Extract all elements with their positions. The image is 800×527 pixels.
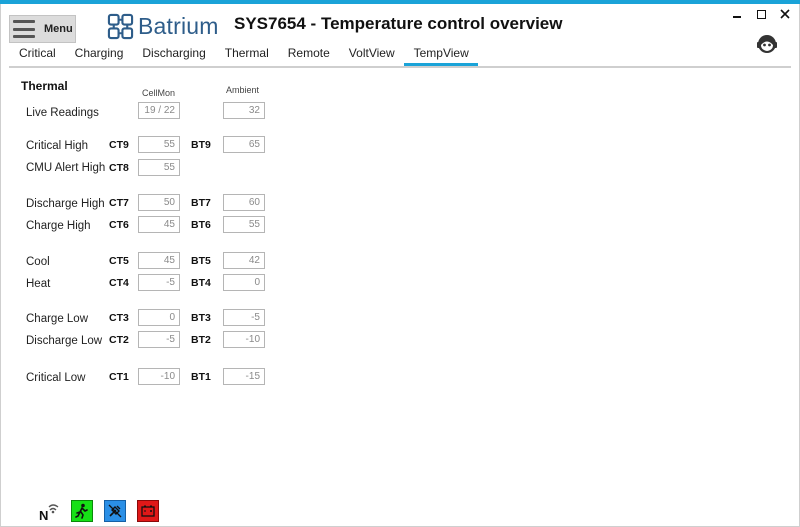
bt-value-field[interactable]: 65 <box>223 136 265 153</box>
tab-thermal[interactable]: Thermal <box>215 42 278 66</box>
ct-value-field[interactable]: 45 <box>138 252 180 269</box>
row-label: Charge High <box>26 220 91 232</box>
bt-value-field[interactable]: 42 <box>223 252 265 269</box>
tab-remote[interactable]: Remote <box>278 42 339 66</box>
live-readings-label: Live Readings <box>26 107 99 119</box>
bt-code: BT2 <box>191 334 211 346</box>
tab-voltview[interactable]: VoltView <box>339 42 404 66</box>
battery-alert-icon[interactable] <box>137 500 159 522</box>
network-signal-icon[interactable]: N <box>38 500 60 522</box>
ct-code: CT6 <box>109 219 129 231</box>
hamburger-icon <box>13 20 35 38</box>
ct-value-field[interactable]: -5 <box>138 274 180 291</box>
ct-value-field[interactable]: -10 <box>138 368 180 385</box>
tab-tempview[interactable]: TempView <box>403 42 478 66</box>
cellmon-column-header: CellMon <box>142 88 176 98</box>
minimize-button[interactable] <box>730 7 744 21</box>
ct-code: CT3 <box>109 312 129 324</box>
ct-code: CT8 <box>109 162 129 174</box>
section-title: Thermal <box>21 79 68 93</box>
bt-code: BT5 <box>191 255 211 267</box>
user-avatar-icon[interactable] <box>756 33 778 55</box>
ct-code: CT1 <box>109 371 129 383</box>
status-bar: N <box>38 500 159 522</box>
tab-critical[interactable]: Critical <box>9 42 65 66</box>
row-label: Heat <box>26 278 51 290</box>
tab-charging[interactable]: Charging <box>65 42 133 66</box>
bt-code: BT4 <box>191 277 211 289</box>
row-label: Discharge Low <box>26 335 103 347</box>
ct-value-field[interactable]: 0 <box>138 309 180 326</box>
bt-code: BT7 <box>191 197 211 209</box>
running-person-icon[interactable] <box>71 500 93 522</box>
bt-code: BT3 <box>191 312 211 324</box>
ambient-column-header: Ambient <box>226 85 260 95</box>
ct-code: CT4 <box>109 277 129 289</box>
bt-code: BT1 <box>191 371 211 383</box>
bt-value-field[interactable]: 55 <box>223 216 265 233</box>
bt-code: BT9 <box>191 139 211 151</box>
maximize-button[interactable] <box>754 7 768 21</box>
bt-value-field[interactable]: -15 <box>223 368 265 385</box>
ct-value-field[interactable]: 45 <box>138 216 180 233</box>
svg-text:N: N <box>39 508 48 522</box>
row-label: Discharge High <box>26 198 105 210</box>
live-ambient-value: 32 <box>223 102 265 119</box>
close-icon <box>780 9 790 19</box>
window-controls <box>730 7 792 21</box>
ct-value-field[interactable]: 50 <box>138 194 180 211</box>
bt-code: BT6 <box>191 219 211 231</box>
menu-button[interactable]: Menu <box>9 15 76 43</box>
tab-bar: Critical Charging Discharging Thermal Re… <box>9 42 478 66</box>
bt-value-field[interactable]: 60 <box>223 194 265 211</box>
row-label: Critical Low <box>26 372 86 384</box>
maximize-icon <box>756 9 766 19</box>
row-label: Critical High <box>26 140 88 152</box>
row-label: Cool <box>26 256 50 268</box>
menu-label: Menu <box>44 23 73 35</box>
row-label: Charge Low <box>26 313 89 325</box>
plug-disconnected-icon[interactable] <box>104 500 126 522</box>
bt-value-field[interactable]: -5 <box>223 309 265 326</box>
live-cellmon-value: 19 / 22 <box>138 102 180 119</box>
ct-code: CT5 <box>109 255 129 267</box>
tab-divider <box>9 66 791 68</box>
bt-value-field[interactable]: -10 <box>223 331 265 348</box>
tab-discharging[interactable]: Discharging <box>132 42 214 66</box>
batrium-logo-icon <box>107 13 134 39</box>
minimize-icon <box>733 16 741 18</box>
logo-text: Batrium <box>138 12 219 39</box>
row-label: CMU Alert High <box>26 162 106 174</box>
ct-value-field[interactable]: 55 <box>138 159 180 176</box>
ct-code: CT9 <box>109 139 129 151</box>
batrium-logo: Batrium <box>107 11 219 41</box>
ct-value-field[interactable]: 55 <box>138 136 180 153</box>
bt-value-field[interactable]: 0 <box>223 274 265 291</box>
ct-code: CT7 <box>109 197 129 209</box>
ct-code: CT2 <box>109 334 129 346</box>
ct-value-field[interactable]: -5 <box>138 331 180 348</box>
close-button[interactable] <box>778 7 792 21</box>
page-title: SYS7654 - Temperature control overview <box>234 14 563 33</box>
